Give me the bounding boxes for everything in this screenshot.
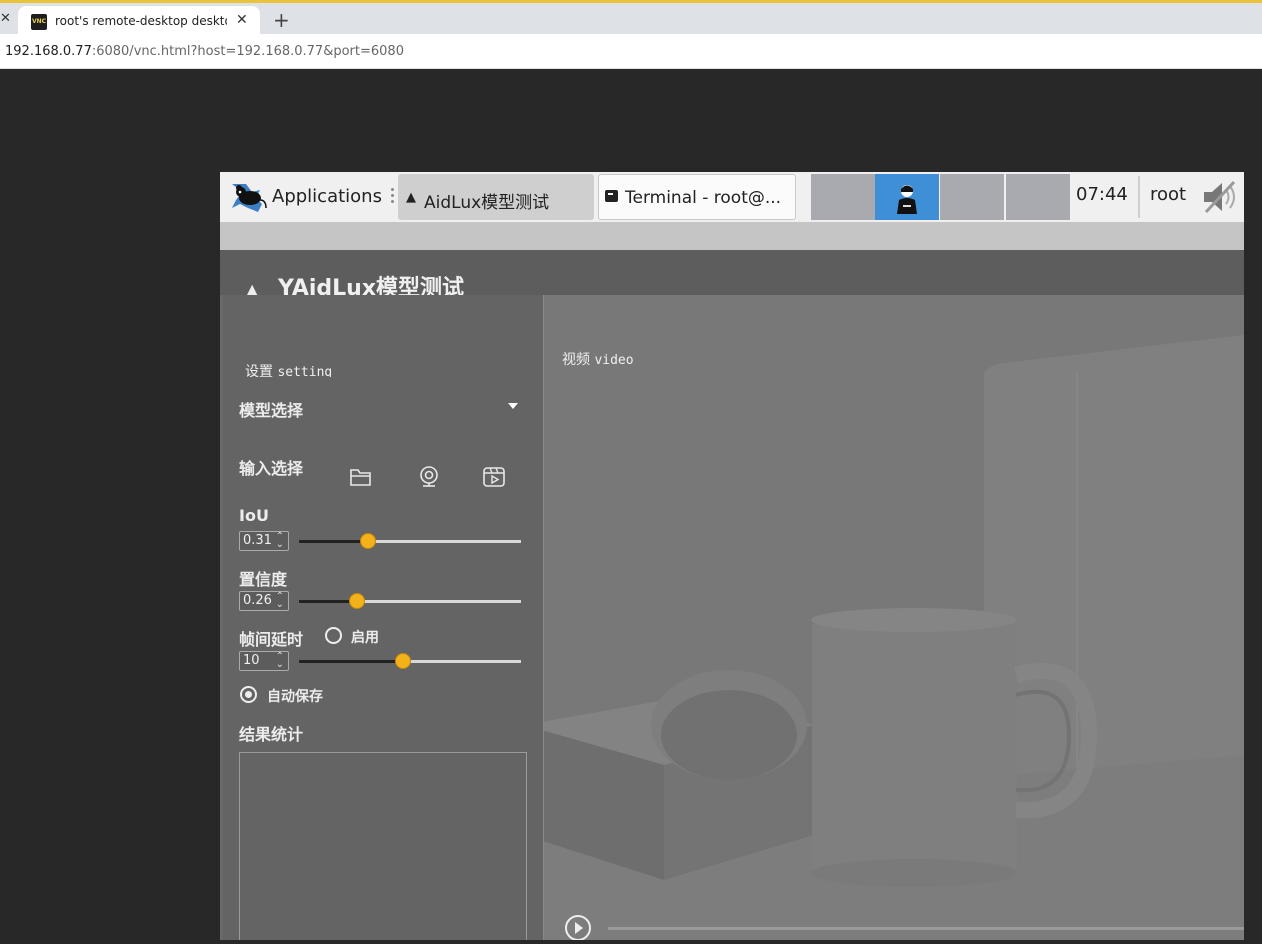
remote-desktop[interactable]: Applications ▲ AidLux模型测试 Terminal - roo… (220, 172, 1244, 940)
xfce-mouse-logo-icon (232, 184, 267, 212)
settings-header-cn: 设置 (245, 364, 273, 377)
settings-header: 设置 setting (245, 361, 332, 377)
spin-arrows-icon[interactable]: ⌃ ⌄ (276, 652, 284, 670)
window-thumbnail-icon (897, 185, 917, 214)
video-file-icon[interactable] (482, 465, 506, 489)
confidence-spinbox[interactable]: 0.26 ⌃ ⌄ (239, 591, 289, 611)
chevron-down-icon[interactable] (508, 403, 518, 409)
url-path: :6080/vnc.html?host=192.168.0.77&port=60… (91, 44, 404, 59)
app-title-bar: ▲ YAidLux模型测试 (220, 250, 1244, 295)
applications-menu-button[interactable]: Applications (224, 174, 388, 218)
frame-delay-value: 10 (243, 653, 260, 668)
url-text[interactable]: 192.168.0.77:6080/vnc.html?host=192.168.… (5, 44, 404, 59)
video-progress-bar[interactable] (608, 927, 1244, 930)
confidence-value: 0.26 (243, 593, 272, 608)
browser-tab-bar: ✕ VNC root's remote-desktop desktop (vnc… (0, 3, 1262, 37)
terminal-icon (605, 190, 618, 202)
frame-delay-slider-handle[interactable] (395, 653, 412, 669)
frame-delay-label: 帧间延时 (239, 630, 304, 649)
video-header-en: video (594, 353, 634, 368)
workspace-2-active[interactable] (875, 174, 939, 220)
spin-arrows-icon[interactable]: ⌃ ⌄ (276, 532, 284, 550)
panel-separator (1138, 176, 1140, 218)
settings-panel: 设置 setting 模型选择 输入选择 IoU 0.31 ⌃ ⌄ 置信度 0.… (223, 295, 544, 940)
aidlux-logo-icon: ▲ (246, 280, 259, 295)
new-tab-button[interactable]: + (273, 8, 290, 32)
taskbar-item-aidlux[interactable]: ▲ AidLux模型测试 (398, 174, 594, 220)
tab-title: root's remote-desktop desktop (vnc) (55, 14, 227, 28)
model-select-label: 模型选择 (239, 401, 304, 420)
video-frame-image (544, 295, 1244, 940)
settings-header-en: setting (277, 365, 333, 377)
taskbar-item-terminal[interactable]: Terminal - root@... (598, 174, 796, 220)
taskbar-item-label: Terminal - root@... (625, 188, 782, 208)
panel-separator (390, 186, 394, 206)
user-menu[interactable]: root (1150, 184, 1186, 205)
play-button[interactable] (565, 915, 591, 940)
delay-enable-radio[interactable] (325, 627, 342, 644)
iou-label: IoU (239, 506, 269, 525)
iou-slider-track[interactable] (299, 540, 521, 543)
autosave-label: 自动保存 (267, 689, 323, 705)
volume-muted-icon[interactable] (1200, 178, 1240, 216)
close-icon[interactable]: ✕ (0, 11, 11, 29)
confidence-label: 置信度 (239, 570, 288, 589)
tab-close-icon[interactable]: ✕ (236, 12, 248, 28)
workspace-1[interactable] (811, 174, 875, 220)
app-title: YAidLux模型测试 (278, 276, 465, 295)
autosave-radio[interactable] (240, 686, 257, 703)
delay-enable-label: 启用 (351, 630, 379, 646)
spin-arrows-icon[interactable]: ⌃ ⌄ (276, 592, 284, 610)
browser-tab[interactable]: VNC root's remote-desktop desktop (vnc) … (18, 6, 260, 37)
window-frame-top (220, 222, 1244, 250)
webcam-icon[interactable] (417, 465, 441, 489)
video-header: 视频 video (562, 349, 634, 369)
workspace-3[interactable] (940, 174, 1004, 220)
applications-label: Applications (272, 186, 382, 207)
taskbar-item-label: AidLux模型测试 (424, 193, 550, 213)
results-label: 结果统计 (239, 725, 304, 744)
confidence-slider-handle[interactable] (348, 593, 365, 609)
iou-slider-handle[interactable] (359, 533, 376, 549)
vnc-favicon-icon: VNC (31, 14, 47, 30)
frame-delay-spinbox[interactable]: 10 ⌃ ⌄ (239, 651, 289, 671)
xfce-panel: Applications ▲ AidLux模型测试 Terminal - roo… (220, 172, 1244, 222)
address-bar[interactable]: 192.168.0.77:6080/vnc.html?host=192.168.… (0, 34, 1262, 69)
confidence-slider-track[interactable] (299, 600, 521, 603)
folder-icon[interactable] (349, 467, 373, 487)
panel-clock[interactable]: 07:44 (1076, 184, 1128, 205)
results-text-area[interactable] (239, 752, 527, 940)
video-header-cn: 视频 (562, 352, 590, 368)
aidlux-app-icon: ▲ (406, 190, 416, 205)
workspace-4[interactable] (1006, 174, 1070, 220)
iou-value: 0.31 (243, 533, 272, 548)
video-panel: 视频 video (544, 295, 1244, 940)
iou-spinbox[interactable]: 0.31 ⌃ ⌄ (239, 531, 289, 551)
url-host: 192.168.0.77 (5, 44, 92, 59)
input-select-label: 输入选择 (239, 459, 304, 478)
